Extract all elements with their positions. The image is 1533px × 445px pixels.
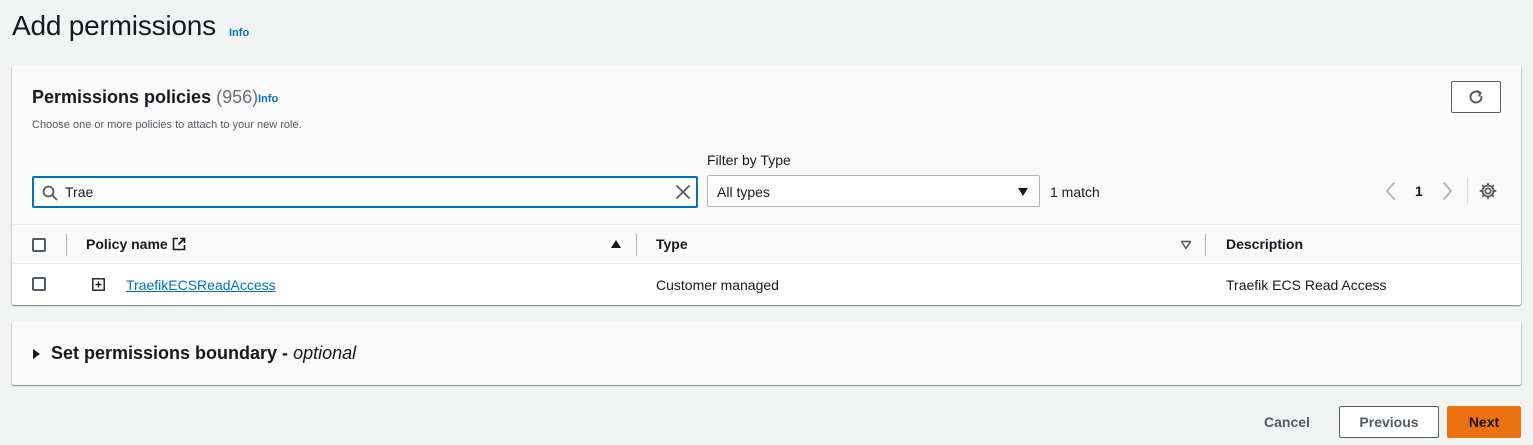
refresh-button[interactable] [1451, 81, 1501, 113]
type-filter-select[interactable]: All types [707, 175, 1040, 207]
column-header-description: Description [1226, 236, 1304, 252]
search-input[interactable] [65, 178, 655, 206]
search-icon [42, 185, 58, 201]
match-count: 1 match [1050, 184, 1100, 200]
chevron-right-icon[interactable] [1440, 181, 1454, 201]
column-divider [636, 234, 637, 256]
table-header: Policy name Type Description [12, 224, 1521, 264]
cancel-button[interactable]: Cancel [1244, 406, 1330, 438]
policies-info-link[interactable]: Info [258, 93, 278, 105]
column-divider [1205, 234, 1206, 256]
panel-header: Permissions policies (956) Info Choose o… [12, 66, 1521, 224]
column-header-policy-name[interactable]: Policy name [86, 236, 168, 252]
policy-description: Traefik ECS Read Access [1226, 277, 1387, 293]
type-filter-value: All types [717, 184, 770, 200]
expand-icon[interactable] [92, 278, 105, 291]
external-link-icon[interactable] [172, 237, 186, 251]
filter-by-type-label: Filter by Type [707, 152, 791, 168]
policies-count: (956) [216, 87, 259, 107]
policies-title-text: Permissions policies [32, 87, 212, 107]
permissions-boundary-toggle[interactable]: Set permissions boundary - optional [32, 343, 356, 364]
policies-title: Permissions policies (956) [32, 87, 258, 108]
clear-icon[interactable] [675, 184, 691, 200]
pager-current-page[interactable]: 1 [1415, 183, 1423, 199]
previous-button[interactable]: Previous [1339, 406, 1439, 438]
permissions-boundary-panel: Set permissions boundary - optional [12, 322, 1521, 385]
table-row[interactable]: TraefikECSReadAccess Customer managed Tr… [12, 264, 1521, 304]
row-checkbox[interactable] [32, 277, 46, 291]
chevron-left-icon[interactable] [1384, 181, 1398, 201]
boundary-optional-text: optional [293, 343, 357, 363]
boundary-title-text: Set permissions boundary - [51, 343, 289, 363]
refresh-icon [1469, 90, 1483, 104]
sort-ascending-icon[interactable] [610, 239, 622, 249]
policy-name-link[interactable]: TraefikECSReadAccess [126, 277, 276, 293]
column-divider [66, 234, 67, 256]
gear-icon[interactable] [1479, 182, 1497, 200]
caret-right-icon [33, 348, 40, 359]
sort-caret-icon[interactable] [1180, 240, 1192, 250]
page-title: Add permissions [12, 10, 216, 41]
permissions-policies-panel: Permissions policies (956) Info Choose o… [12, 66, 1521, 305]
next-button[interactable]: Next [1447, 406, 1521, 438]
select-all-checkbox[interactable] [32, 238, 46, 252]
page-info-link[interactable]: Info [229, 27, 249, 39]
pager-divider [1467, 178, 1468, 204]
caret-down-icon [1018, 188, 1028, 196]
policies-description: Choose one or more policies to attach to… [32, 119, 302, 131]
policy-type: Customer managed [656, 277, 779, 293]
column-header-type[interactable]: Type [656, 236, 688, 252]
permissions-boundary-title: Set permissions boundary - optional [51, 343, 356, 364]
search-field[interactable] [32, 176, 698, 208]
